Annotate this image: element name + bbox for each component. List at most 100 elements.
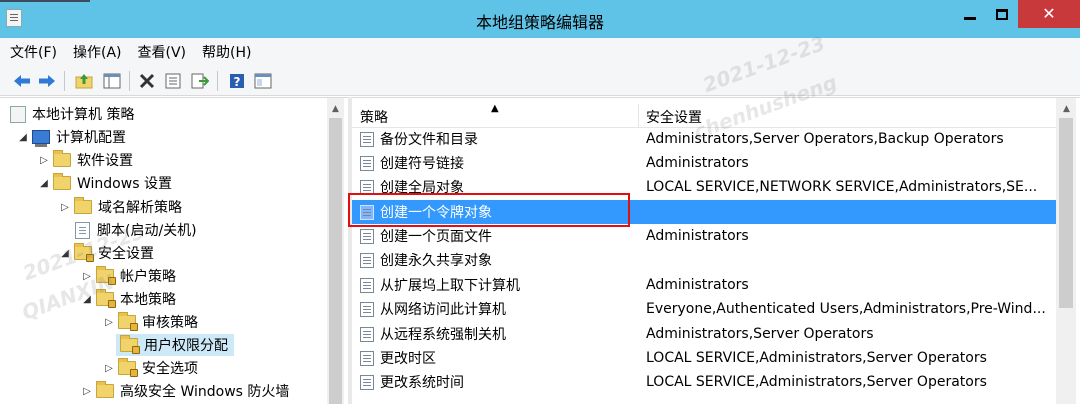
tree-item-security-options[interactable]: ▷ 安全选项 [102,357,198,379]
tree-item-name-resolution[interactable]: ▷ 域名解析策略 [58,196,182,218]
delete-icon[interactable] [137,71,157,91]
policy-icon [360,326,374,342]
toolbar: ? [0,66,1080,96]
tree-item-label: 本地策略 [120,292,176,308]
scroll-up-icon[interactable]: ▲ [327,100,344,117]
list-row[interactable]: 更改时区 LOCAL SERVICE,Administrators,Server… [352,346,1056,370]
up-folder-icon[interactable] [74,71,94,91]
console-tree: 本地计算机 策略 ◢ 计算机配置 ▷ 软件设置 ◢ Windows 设置 ▷ 域… [0,97,348,404]
tree-item-scripts[interactable]: 脚本(启动/关机) [72,219,197,241]
close-button[interactable]: ✕ [1018,0,1080,28]
list-row[interactable]: 备份文件和目录 Administrators,Server Operators,… [352,127,1056,151]
tree-item-local-policies[interactable]: ◢ 本地策略 [80,288,176,310]
tree-item-computer-config[interactable]: ◢ 计算机配置 [16,126,126,148]
maximize-button[interactable] [987,0,1017,28]
menu-bar: 文件(F) 操作(A) 查看(V) 帮助(H) [0,38,1080,66]
computer-icon [32,130,50,147]
list-row[interactable]: 创建一个页面文件 Administrators [352,224,1056,248]
list-row-selected[interactable]: 创建一个令牌对象 [352,200,1056,224]
expanded-chevron-icon[interactable]: ◢ [16,132,30,143]
tree-item-label: Windows 设置 [77,176,172,192]
help-icon[interactable]: ? [227,71,247,91]
collapsed-chevron-icon[interactable]: ▷ [102,363,116,374]
tree-item-local-policy[interactable]: 本地计算机 策略 [8,103,134,125]
tree-item-user-rights[interactable]: 用户权限分配 [116,334,234,356]
policy-icon [360,131,374,147]
tree-item-audit-policy[interactable]: ▷ 审核策略 [102,311,198,333]
view-icon[interactable] [253,71,273,91]
secure-folder-icon [118,358,138,377]
menu-action[interactable]: 操作(A) [73,42,122,62]
back-icon[interactable] [12,71,32,91]
sort-ascending-icon: ▲ [491,103,499,114]
export-list-icon[interactable] [190,71,210,91]
folder-icon [74,197,92,214]
security-setting: Administrators [646,155,749,171]
security-setting: Administrators,Server Operators [646,326,874,342]
expanded-chevron-icon[interactable]: ◢ [58,248,72,259]
policy-name: 创建永久共享对象 [380,253,492,269]
security-setting: LOCAL SERVICE,Administrators,Server Oper… [646,350,987,366]
policy-name: 从网络访问此计算机 [380,302,506,318]
tree-item-label: 本地计算机 策略 [32,107,135,123]
maximize-icon [996,8,1008,20]
scroll-up-icon[interactable]: ▲ [1058,100,1075,117]
tree-item-windows-settings[interactable]: ◢ Windows 设置 [37,172,172,194]
collapsed-chevron-icon[interactable]: ▷ [37,155,51,166]
list-row[interactable]: 从网络访问此计算机 Everyone,Authenticated Users,A… [352,297,1056,321]
minimize-icon [964,16,976,20]
show-hide-tree-icon[interactable] [102,71,122,91]
policy-name: 创建一个令牌对象 [380,205,492,221]
tree-item-label: 域名解析策略 [98,200,182,216]
policy-icon [360,204,374,220]
collapsed-chevron-icon[interactable]: ▷ [80,386,94,397]
tree-item-security-settings[interactable]: ◢ 安全设置 [58,242,154,264]
collapsed-chevron-icon[interactable]: ▷ [80,271,94,282]
column-header-security[interactable]: 安全设置 [646,107,702,127]
tree-item-label: 审核策略 [142,315,198,331]
list-scrollbar[interactable]: ▲ [1056,98,1076,404]
secure-folder-icon [74,243,94,262]
close-icon: ✕ [1042,4,1056,23]
list-row[interactable]: 创建符号链接 Administrators [352,151,1056,175]
list-row[interactable]: 创建全局对象 LOCAL SERVICE,NETWORK SERVICE,Adm… [352,175,1056,199]
tree-scrollbar[interactable]: ▲ [327,98,344,404]
tree-item-label: 用户权限分配 [144,338,228,354]
list-row[interactable]: 从扩展坞上取下计算机 Administrators [352,273,1056,297]
list-header: 策略 ▲ 安全设置 [352,103,1056,128]
policy-name: 从远程系统强制关机 [380,327,506,343]
policy-name: 更改系统时间 [380,375,464,391]
scroll-thumb[interactable] [1059,118,1073,308]
menu-help[interactable]: 帮助(H) [202,42,251,62]
properties-icon[interactable] [163,71,183,91]
secure-folder-icon [96,266,116,285]
title-bar: 本地组策略编辑器 [0,0,1080,38]
policy-icon [360,350,374,366]
menu-file[interactable]: 文件(F) [10,42,57,62]
forward-icon[interactable] [37,71,57,91]
minimize-button[interactable] [955,0,985,28]
column-divider[interactable] [638,104,639,128]
tree-item-account-policies[interactable]: ▷ 帐户策略 [80,265,176,287]
security-setting: LOCAL SERVICE,NETWORK SERVICE,Administra… [646,179,1038,195]
list-row[interactable]: 从远程系统强制关机 Administrators,Server Operator… [352,322,1056,346]
toolbar-separator [217,71,218,91]
policy-icon [360,277,374,293]
collapsed-chevron-icon[interactable]: ▷ [102,317,116,328]
tree-item-label: 安全选项 [142,361,198,377]
policy-icon [10,105,26,123]
tree-item-firewall[interactable]: ▷ 高级安全 Windows 防火墙 [80,380,289,402]
scroll-thumb[interactable] [329,118,342,404]
collapsed-chevron-icon[interactable]: ▷ [58,202,72,213]
expanded-chevron-icon[interactable]: ◢ [80,294,94,305]
expanded-chevron-icon[interactable]: ◢ [37,178,51,189]
policy-icon [360,228,374,244]
column-header-policy[interactable]: 策略 [360,107,388,127]
list-row[interactable]: 创建永久共享对象 [352,248,1056,272]
list-row[interactable]: 更改系统时间 LOCAL SERVICE,Administrators,Serv… [352,370,1056,394]
tree-item-label: 帐户策略 [120,269,176,285]
tree-item-label: 高级安全 Windows 防火墙 [120,384,290,400]
tree-item-software-settings[interactable]: ▷ 软件设置 [37,149,133,171]
menu-view[interactable]: 查看(V) [138,42,187,62]
tree-item-label: 脚本(启动/关机) [97,223,197,239]
